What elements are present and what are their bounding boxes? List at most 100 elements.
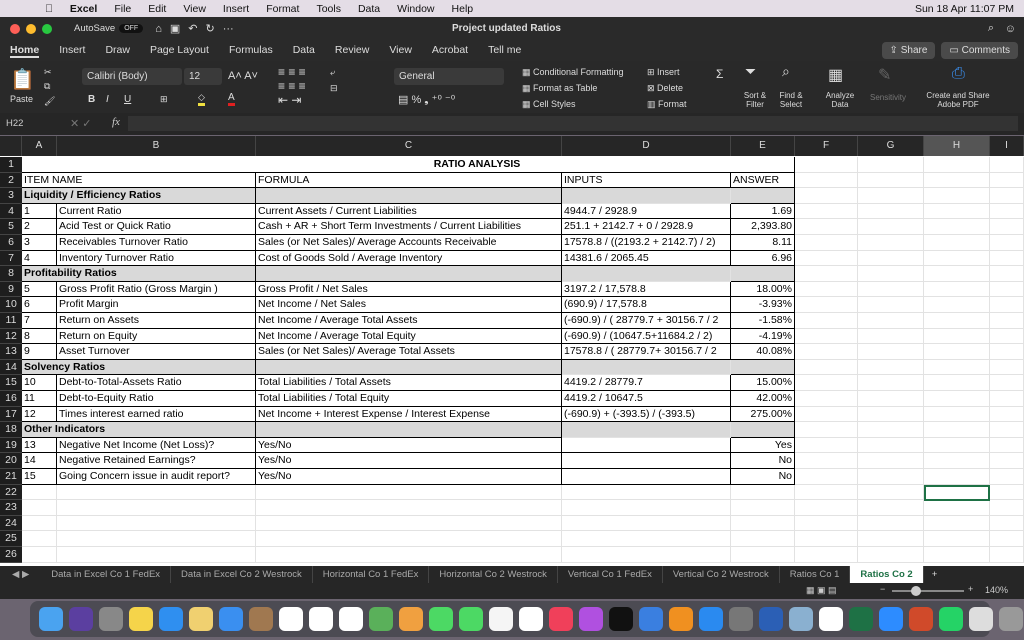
empty-cell[interactable] — [924, 219, 990, 235]
select-all-corner[interactable] — [0, 136, 22, 156]
font-size-select[interactable]: 12 — [184, 68, 222, 85]
empty-cell[interactable] — [924, 437, 990, 454]
empty-cell[interactable] — [990, 328, 1024, 345]
item-formula[interactable]: Net Income + Interest Expense / Interest… — [256, 406, 562, 423]
item-inputs[interactable] — [562, 437, 731, 454]
empty-cell[interactable] — [924, 250, 990, 267]
item-name[interactable]: Return on Assets — [57, 313, 256, 329]
add-sheet-button[interactable]: + — [924, 569, 946, 580]
empty-cell[interactable] — [990, 515, 1024, 532]
empty-cell[interactable] — [924, 500, 990, 516]
empty-cell[interactable] — [731, 484, 795, 501]
row-header[interactable]: 20 — [0, 453, 22, 469]
item-formula[interactable]: Cash + AR + Short Term Investments / Cur… — [256, 219, 562, 235]
row-header[interactable]: 21 — [0, 469, 22, 485]
empty-cell[interactable] — [858, 391, 924, 407]
home-icon[interactable]: ⌂ — [155, 23, 162, 35]
row-header[interactable]: 17 — [0, 406, 22, 423]
dock-app-icon[interactable] — [399, 607, 423, 631]
section-header[interactable]: Profitability Ratios — [22, 266, 256, 282]
empty-cell[interactable] — [731, 547, 795, 563]
column-header-A[interactable]: A — [22, 136, 57, 156]
number-format-select[interactable]: General — [394, 68, 504, 85]
dock-app-icon[interactable] — [369, 607, 393, 631]
empty-cell[interactable] — [22, 484, 57, 501]
empty-cell[interactable] — [795, 359, 858, 376]
sheet-title[interactable]: RATIO ANALYSIS — [22, 157, 795, 173]
item-number[interactable]: 10 — [22, 375, 57, 391]
empty-cell[interactable] — [990, 266, 1024, 282]
close-window-button[interactable] — [10, 23, 20, 34]
underline-button[interactable]: U — [124, 94, 131, 105]
empty-cell[interactable] — [731, 531, 795, 547]
item-number[interactable]: 2 — [22, 219, 57, 235]
column-header-F[interactable]: F — [795, 136, 858, 156]
item-inputs[interactable]: (-690.9) / ( 28779.7 + 30156.7 / 2 — [562, 313, 731, 329]
item-answer[interactable]: 275.00% — [731, 406, 795, 423]
paste-icon[interactable]: 📋 — [10, 67, 35, 92]
row-header[interactable]: 3 — [0, 188, 22, 204]
empty-cell[interactable] — [990, 469, 1024, 485]
item-number[interactable]: 12 — [22, 406, 57, 423]
empty-cell[interactable] — [795, 375, 858, 391]
item-formula[interactable]: Yes/No — [256, 469, 562, 485]
empty-cell[interactable] — [990, 281, 1024, 298]
analyze-data-icon[interactable]: ▦ — [828, 65, 843, 85]
row-header[interactable]: 13 — [0, 344, 22, 360]
header-inputs[interactable]: INPUTS — [562, 172, 731, 189]
empty-cell[interactable] — [57, 500, 256, 516]
tab-review[interactable]: Review — [335, 44, 369, 58]
dock-app-icon[interactable] — [759, 607, 783, 631]
undo-icon[interactable]: ↶ — [188, 22, 197, 35]
empty-cell[interactable] — [990, 406, 1024, 423]
sheet-tab[interactable]: Horizontal Co 1 FedEx — [313, 566, 430, 583]
item-inputs[interactable]: 14381.6 / 2065.45 — [562, 250, 731, 267]
tab-insert[interactable]: Insert — [59, 44, 85, 58]
create-share-adobe-pdf-button[interactable]: Create and Share Adobe PDF — [922, 91, 994, 109]
empty-cell[interactable] — [795, 297, 858, 313]
empty-cell[interactable] — [795, 469, 858, 485]
empty-cell[interactable] — [858, 437, 924, 454]
empty-cell[interactable] — [795, 515, 858, 532]
empty-cell[interactable] — [795, 500, 858, 516]
dock-app-icon[interactable] — [519, 607, 543, 631]
cell[interactable] — [731, 359, 795, 376]
dock-app-icon[interactable] — [429, 607, 453, 631]
item-name[interactable]: Acid Test or Quick Ratio — [57, 219, 256, 235]
empty-cell[interactable] — [562, 547, 731, 563]
dock-app-icon[interactable] — [489, 607, 513, 631]
item-number[interactable]: 9 — [22, 344, 57, 360]
item-inputs[interactable]: 4944.7 / 2928.9 — [562, 203, 731, 220]
font-color-icon[interactable]: A — [228, 92, 235, 106]
tab-view[interactable]: View — [389, 44, 412, 58]
empty-cell[interactable] — [924, 391, 990, 407]
item-inputs[interactable]: (-690.9) + (-393.5) / (-393.5) — [562, 406, 731, 423]
dock-app-icon[interactable] — [669, 607, 693, 631]
item-name[interactable]: Negative Net Income (Net Loss)? — [57, 437, 256, 454]
menu-excel[interactable]: Excel — [70, 3, 97, 15]
item-name[interactable]: Going Concern issue in audit report? — [57, 469, 256, 485]
header-answer[interactable]: ANSWER — [731, 172, 795, 189]
paste-button[interactable]: Paste — [10, 94, 33, 104]
dock-app-icon[interactable] — [249, 607, 273, 631]
item-answer[interactable]: No — [731, 453, 795, 469]
empty-cell[interactable] — [858, 157, 924, 173]
redo-icon[interactable]: ↻ — [205, 22, 214, 35]
row-header[interactable]: 12 — [0, 328, 22, 345]
section-header[interactable]: Liquidity / Efficiency Ratios — [22, 188, 256, 204]
empty-cell[interactable] — [57, 515, 256, 532]
empty-cell[interactable] — [924, 453, 990, 469]
cell[interactable] — [256, 422, 562, 438]
row-header[interactable]: 16 — [0, 391, 22, 407]
menu-insert[interactable]: Insert — [223, 3, 249, 15]
sort-filter-icon[interactable]: ⏷ — [745, 63, 756, 80]
empty-cell[interactable] — [990, 359, 1024, 376]
menu-file[interactable]: File — [114, 3, 131, 15]
item-inputs[interactable]: (690.9) / 17,578.8 — [562, 297, 731, 313]
item-inputs[interactable]: 17578.8 / ((2193.2 + 2142.7) / 2) — [562, 235, 731, 251]
menu-window[interactable]: Window — [397, 3, 434, 15]
cell[interactable] — [256, 359, 562, 376]
empty-cell[interactable] — [990, 297, 1024, 313]
empty-cell[interactable] — [924, 359, 990, 376]
empty-cell[interactable] — [256, 547, 562, 563]
